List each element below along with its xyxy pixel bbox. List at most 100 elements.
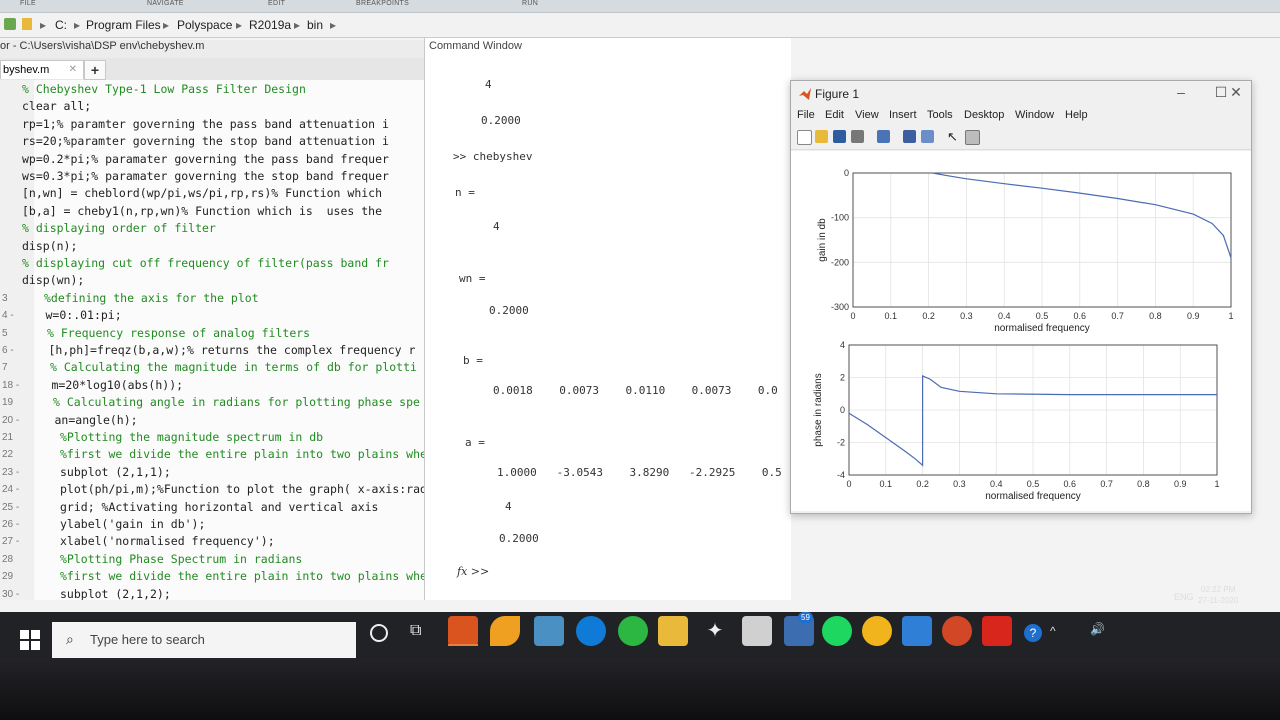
tab-run[interactable]: RUN [522, 0, 538, 7]
app-icon[interactable] [742, 616, 772, 646]
whatsapp-icon[interactable] [618, 616, 648, 646]
code-line[interactable]: [h,ph]=freqz(b,a,w);% returns the comple… [49, 343, 416, 357]
breadcrumb-polyspace[interactable]: Polyspace [177, 18, 232, 32]
breadcrumb-drive[interactable]: C: [55, 18, 67, 32]
command-window[interactable]: Command Window fx >> 4 0.2000 >> chebyshev… [424, 38, 791, 600]
dropbox-icon[interactable]: ✦ [700, 616, 730, 646]
x-tick-label: 0.8 [1149, 311, 1162, 321]
code-line[interactable]: an=angle(h); [55, 413, 138, 427]
spotify-icon[interactable] [822, 616, 852, 646]
code-line[interactable]: rp=1;% paramter governing the pass band … [22, 117, 389, 131]
mail-count-badge: 59 [798, 612, 813, 623]
code-line[interactable]: % displaying order of filter [22, 221, 216, 235]
task-view-icon[interactable]: ⧉ [410, 622, 421, 640]
volume-icon[interactable]: 🔊 [1090, 622, 1105, 636]
figure-window[interactable]: Figure 1 – ☐ ✕ File Edit View Insert Too… [790, 80, 1252, 514]
photos-app-icon[interactable] [534, 616, 564, 646]
menu-file[interactable]: File [797, 109, 815, 121]
code-line[interactable]: m=20*log10(abs(h)); [52, 378, 184, 392]
menu-insert[interactable]: Insert [889, 109, 917, 121]
colorbar-icon[interactable] [903, 130, 916, 143]
code-line[interactable]: subplot (2,1,2); [60, 587, 171, 600]
new-figure-icon[interactable] [797, 130, 812, 145]
code-line[interactable]: %Plotting the magnitude spectrum in db [60, 430, 323, 444]
save-icon[interactable] [833, 130, 846, 143]
code-line[interactable]: grid; %Activating horizontal and vertica… [60, 500, 379, 514]
add-tab-button[interactable]: + [84, 60, 106, 80]
code-line[interactable]: [n,wn] = cheblord(wp/pi,ws/pi,rp,rs)% Fu… [22, 186, 382, 200]
matlab-app-icon[interactable] [448, 616, 478, 646]
command-output-line: b = [463, 354, 483, 367]
acrobat-icon[interactable] [982, 616, 1012, 646]
pinned-app-icon[interactable] [490, 616, 520, 646]
code-line[interactable]: clear all; [22, 99, 91, 113]
y-tick-label: -200 [831, 257, 849, 267]
vscode-icon[interactable] [902, 616, 932, 646]
chrome-icon[interactable] [862, 616, 892, 646]
breadcrumb-separator: ▸ [74, 18, 81, 32]
menu-edit[interactable]: Edit [825, 109, 844, 121]
breadcrumb-program-files[interactable]: Program Files [86, 18, 161, 32]
help-icon[interactable]: ? [1024, 624, 1042, 642]
code-line[interactable]: rs=20;%paramter governing the stop band … [22, 134, 389, 148]
tab-edit[interactable]: EDIT [268, 0, 285, 7]
code-line[interactable]: % Calculating the magnitude in terms of … [50, 360, 417, 374]
pointer-icon[interactable]: ↖ [947, 130, 960, 143]
tab-file[interactable]: FILE [20, 0, 36, 7]
tab-navigate[interactable]: NAVIGATE [147, 0, 184, 7]
powerpoint-icon[interactable] [942, 616, 972, 646]
editor-tab-chebyshev[interactable]: byshev.m ✕ [0, 60, 84, 79]
magnitude-axes[interactable]: 0 0.1 0.2 0.3 0.4 0.5 0.6 0.7 0.8 0.9 1 0 -100 -200 -3… [817, 168, 1234, 334]
figure-plot-area[interactable]: 0 0.1 0.2 0.3 0.4 0.5 0.6 0.7 0.8 0.9 10-100-200-3… [791, 151, 1251, 511]
minimize-button[interactable]: – [1166, 81, 1196, 103]
command-prompt[interactable]: fx >> [457, 565, 489, 578]
open-icon[interactable] [815, 130, 828, 143]
code-line[interactable]: % Calculating angle in radians for plott… [53, 395, 420, 409]
code-line[interactable]: % displaying cut off frequency of filter… [22, 256, 389, 270]
code-line[interactable]: subplot (2,1,1); [60, 465, 171, 479]
file-explorer-icon[interactable] [658, 616, 688, 646]
current-folder-bar[interactable]: ▸ C: ▸ Program Files ▸ Polyspace ▸ R2019… [0, 13, 1280, 38]
code-line[interactable]: disp(n); [22, 239, 77, 253]
code-line[interactable]: plot(ph/pi,m);%Function to plot the grap… [60, 482, 424, 496]
tab-breakpoints[interactable]: BREAKPOINTS [356, 0, 409, 7]
breadcrumb-release[interactable]: R2019a [249, 18, 291, 32]
menu-window[interactable]: Window [1015, 109, 1054, 121]
cortana-icon[interactable] [370, 624, 388, 642]
menu-help[interactable]: Help [1065, 109, 1088, 121]
folder-up-icon[interactable] [4, 18, 16, 30]
system-clock[interactable]: 02:22 PM 27-11-2020 [1198, 584, 1238, 606]
taskbar-search-box[interactable]: ⌕ Type here to search [52, 622, 356, 658]
code-line[interactable]: % Frequency response of analog filters [47, 326, 310, 340]
close-icon[interactable]: ✕ [69, 61, 77, 79]
menu-desktop[interactable]: Desktop [964, 109, 1004, 121]
property-editor-icon[interactable] [965, 130, 980, 145]
link-plot-icon[interactable] [877, 130, 890, 143]
menu-view[interactable]: View [855, 109, 879, 121]
code-line[interactable]: [b,a] = cheby1(n,rp,wn)% Function which … [22, 204, 382, 218]
code-editor[interactable]: 3 4 - 5 6 - 7 18 - 19 20 - 21 22 23 - 24 - 25 - 26 - 2… [0, 80, 424, 600]
menu-tools[interactable]: Tools [927, 109, 953, 121]
command-output-line: 0.0018 0.0073 0.0110 0.0073 0.0 [493, 384, 778, 397]
legend-icon[interactable] [921, 130, 934, 143]
close-window-button[interactable]: ✕ [1221, 81, 1251, 103]
code-line[interactable]: ws=0.3*pi;% paramater governing the stop… [22, 169, 389, 183]
code-line[interactable]: % Chebyshev Type-1 Low Pass Filter Desig… [22, 82, 306, 96]
code-line[interactable]: xlabel('normalised frequency'); [60, 534, 275, 548]
show-hidden-icons-icon[interactable]: ^ [1050, 624, 1056, 638]
windows-start-icon[interactable] [20, 630, 40, 650]
y-tick-label: 4 [840, 340, 845, 350]
code-line[interactable]: disp(wn); [22, 273, 84, 287]
input-language[interactable]: ENG [1174, 592, 1194, 602]
edge-browser-icon[interactable] [576, 616, 606, 646]
code-line[interactable]: %first we divide the entire plain into t… [60, 447, 424, 461]
code-line[interactable]: ylabel('gain in db'); [60, 517, 205, 531]
code-line[interactable]: %Plotting Phase Spectrum in radians [60, 552, 302, 566]
code-line[interactable]: %defining the axis for the plot [44, 291, 259, 305]
code-line[interactable]: %first we divide the entire plain into t… [60, 569, 424, 583]
code-line[interactable]: wp=0.2*pi;% paramater governing the pass… [22, 152, 389, 166]
phase-axes[interactable]: 0 0.1 0.2 0.3 0.4 0.5 0.6 0.7 0.8 0.9 1 4 2 0 -2 -4 norm… [813, 340, 1220, 502]
code-line[interactable]: w=0:.01:pi; [46, 308, 122, 322]
breadcrumb-bin[interactable]: bin [307, 18, 323, 32]
print-icon[interactable] [851, 130, 864, 143]
